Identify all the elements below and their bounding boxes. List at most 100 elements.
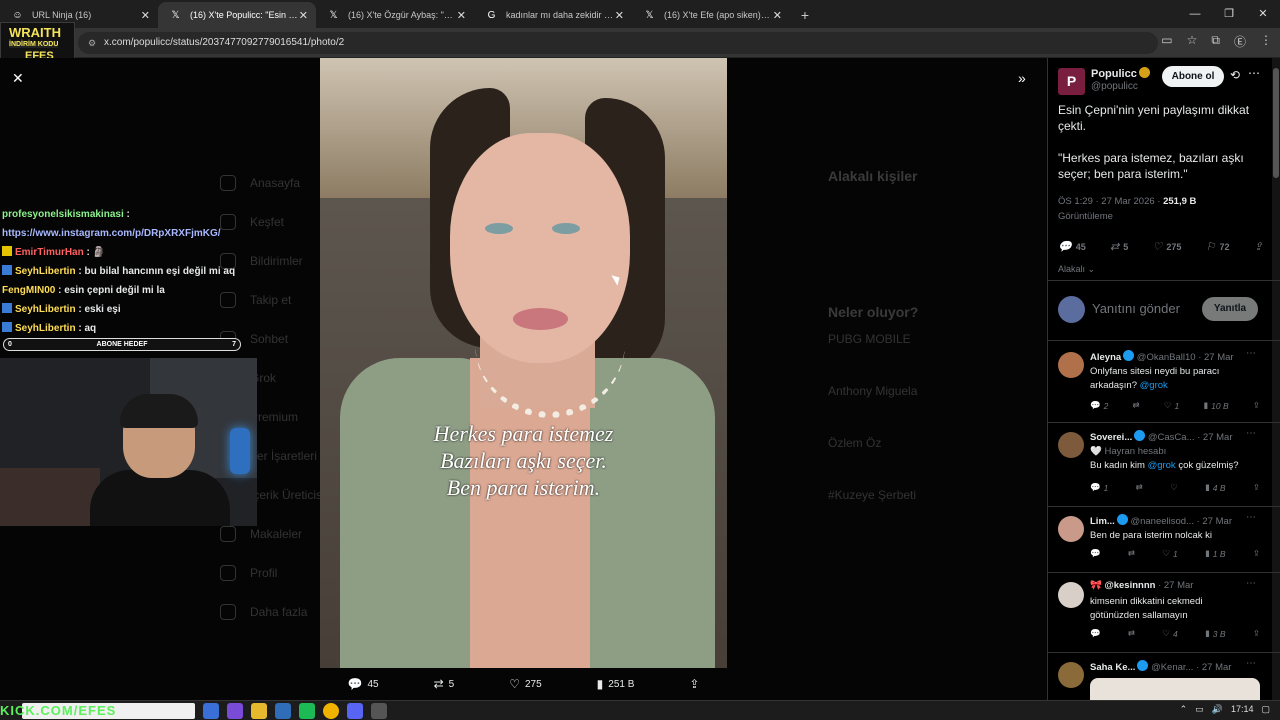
tab-populicc[interactable]: 𝕏 (16) X'te Populicc: "Esin Çepni'n ✕: [158, 2, 316, 28]
verified-icon: [1137, 660, 1149, 671]
grok-icon[interactable]: ⟲: [1230, 68, 1240, 82]
edge-icon[interactable]: [203, 703, 219, 719]
tab-ozgur-aybas[interactable]: 𝕏 (16) X'te Özgür Aybaş: "Tekel B ✕: [316, 2, 474, 28]
robot-icon: ☺: [12, 10, 23, 21]
like-count[interactable]: ♡ 275: [1152, 240, 1181, 253]
background-sidebar: Alakalı kişiler Neler oluyor? PUBG MOBIL…: [828, 168, 918, 540]
reply-submit-button[interactable]: Yanıtla: [1202, 297, 1258, 321]
more-options-icon[interactable]: ⋯: [1248, 66, 1260, 80]
browser-tab-bar: ☺ URL Ninja (16) ✕ 𝕏 (16) X'te Populicc:…: [0, 0, 1280, 28]
reply-item[interactable]: Lim... @naneelisod... · 27 Mar ⋯ Ben de …: [1048, 508, 1273, 568]
cast-icon[interactable]: ▭: [1161, 33, 1172, 50]
more-options-icon[interactable]: ⋯: [1246, 428, 1256, 439]
post-text: Esin Çepni'nin yeni paylaşımı dikkat çek…: [1058, 103, 1250, 181]
share-icon: ⇪: [1252, 548, 1260, 558]
reply-count[interactable]: 💬 45: [1058, 240, 1086, 253]
tab-close-icon[interactable]: ✕: [141, 9, 150, 22]
tab-close-icon[interactable]: ✕: [615, 9, 624, 22]
address-bar-row: ⚙ x.com/populicc/status/2037477092779016…: [0, 28, 1280, 58]
reply-button[interactable]: 💬 45: [348, 677, 379, 691]
share-button[interactable]: ⇪: [1254, 240, 1263, 253]
reply-item[interactable]: Saha Ke... @Kenar... · 27 Mar ⋯: [1048, 654, 1273, 700]
tab-google-search[interactable]: G kadınlar mı daha zekidir erkekle ✕: [474, 2, 632, 28]
clock[interactable]: 17:14: [1231, 704, 1254, 715]
url-field[interactable]: ⚙ x.com/populicc/status/2037477092779016…: [78, 32, 1158, 54]
volume-icon[interactable]: 🔊: [1212, 704, 1223, 715]
more-options-icon[interactable]: ⋯: [1246, 578, 1256, 589]
outlook-icon[interactable]: [275, 703, 291, 719]
heart-icon: ♡: [1170, 482, 1178, 492]
follow-button[interactable]: Abone ol: [1162, 66, 1224, 87]
verified-icon: [1123, 350, 1135, 361]
reply-item[interactable]: Aleyna @OkanBall10 · 27 Mar ⋯ Onlyfans s…: [1048, 344, 1273, 412]
tab-title: (16) X'te Efe (apo siken) 🇹🇷: "Biz: [664, 9, 772, 20]
new-tab-button[interactable]: +: [790, 2, 820, 28]
share-icon: ⇪: [1252, 400, 1260, 410]
post-photo[interactable]: Herkes para istemez Bazıları aşkı seçer.…: [320, 58, 727, 668]
more-options-icon[interactable]: ⋯: [1246, 658, 1256, 669]
chat-text: : bu bilal hancının eşi değil mi aq: [75, 266, 236, 277]
chrome-icon[interactable]: [323, 703, 339, 719]
taskbar: KICK.COM/EFES ⌃ ▭ 🔊 17:14 ▢: [0, 700, 1280, 720]
author-handle[interactable]: @populicc: [1091, 81, 1138, 92]
bg-nav-item: Profil: [220, 553, 325, 592]
heart-icon: ♡: [1152, 241, 1163, 253]
bar-chart-icon: ▮ 3 B: [1205, 628, 1226, 639]
chevron-up-icon[interactable]: ⌃: [1180, 704, 1188, 715]
close-viewer-icon[interactable]: ✕: [12, 70, 24, 87]
more-options-icon[interactable]: ⋯: [1246, 348, 1256, 359]
minimize-button[interactable]: —: [1178, 0, 1212, 28]
author-name[interactable]: Populicc: [1091, 67, 1150, 80]
verified-icon: [1134, 430, 1146, 441]
site-info-icon[interactable]: ⚙: [88, 32, 96, 54]
bookmark-count[interactable]: ⚐ 72: [1206, 240, 1230, 253]
spotify-icon[interactable]: [299, 703, 315, 719]
bg-side-item: #Kuzeye Şerbeti: [828, 488, 917, 502]
comment-icon: 💬 2: [1090, 400, 1109, 411]
scrollbar[interactable]: [1272, 58, 1280, 700]
post-stats: 💬 45 ⇄ 5 ♡ 275 ⚐ 72 ⇪: [1058, 240, 1263, 253]
avatar[interactable]: P: [1058, 68, 1085, 95]
repost-count[interactable]: ⇄ 5: [1110, 240, 1128, 253]
notification-icon[interactable]: ▢: [1261, 704, 1270, 715]
network-icon[interactable]: ▭: [1195, 704, 1204, 715]
discord-icon[interactable]: [347, 703, 363, 719]
menu-icon[interactable]: ⋮: [1260, 33, 1272, 50]
reply-media[interactable]: [1090, 678, 1260, 700]
file-explorer-icon[interactable]: [251, 703, 267, 719]
tab-close-icon[interactable]: ✕: [299, 9, 308, 22]
url-text: x.com/populicc/status/203747709277901654…: [104, 37, 345, 48]
profile-icon[interactable]: Ⓔ: [1234, 33, 1246, 50]
share-icon: ⇪: [1252, 482, 1260, 492]
chat-line: EmirTimurHan : 🗿: [2, 243, 252, 262]
chat-text: : esin çepni değil mi la: [55, 285, 165, 296]
related-dropdown[interactable]: Alakalı ⌄: [1058, 264, 1095, 275]
bg-side-title: Alakalı kişiler: [828, 168, 918, 184]
tab-efe[interactable]: 𝕏 (16) X'te Efe (apo siken) 🇹🇷: "Biz ✕: [632, 2, 790, 28]
chat-link: https://www.instagram.com/p/DRpXRXFjmKG/: [2, 228, 221, 239]
restore-button[interactable]: ❐: [1212, 0, 1246, 28]
tab-close-icon[interactable]: ✕: [773, 9, 782, 22]
chat-user: profesyonelsikismakinasi: [2, 209, 124, 220]
views-button[interactable]: ▮ 251 B: [597, 677, 635, 691]
bg-side-item: Özlem Öz: [828, 436, 882, 450]
copilot-icon[interactable]: [227, 703, 243, 719]
chat-line: SeyhLibertin : bu bilal hancının eşi değ…: [2, 262, 252, 281]
repost-button[interactable]: ⇄ 5: [434, 677, 455, 691]
share-button[interactable]: ⇪: [689, 677, 699, 691]
bookmark-star-icon[interactable]: ☆: [1187, 33, 1198, 50]
obs-icon[interactable]: [371, 703, 387, 719]
tab-title: (16) X'te Özgür Aybaş: "Tekel B: [348, 10, 456, 20]
extensions-icon[interactable]: ⧉: [1211, 33, 1220, 50]
like-button[interactable]: ♡ 275: [509, 677, 541, 691]
tab-close-icon[interactable]: ✕: [457, 9, 466, 22]
reply-item[interactable]: Soverei... @CasCa... · 27 Mar ⋯ 🤍 Hayran…: [1048, 424, 1273, 504]
reply-item[interactable]: 🎀 @kesinnnn · 27 Mar ⋯ kimsenin dikkatin…: [1048, 574, 1273, 648]
close-window-button[interactable]: ✕: [1246, 0, 1280, 28]
more-options-icon[interactable]: ⋯: [1246, 512, 1256, 523]
badge-icon: [2, 246, 12, 256]
reply-input[interactable]: Yanıtını gönder: [1092, 301, 1180, 316]
expand-panel-icon[interactable]: »: [1018, 70, 1026, 86]
webcam-overlay: [0, 358, 257, 526]
stream-watermark: KICK.COM/EFES: [0, 703, 117, 718]
